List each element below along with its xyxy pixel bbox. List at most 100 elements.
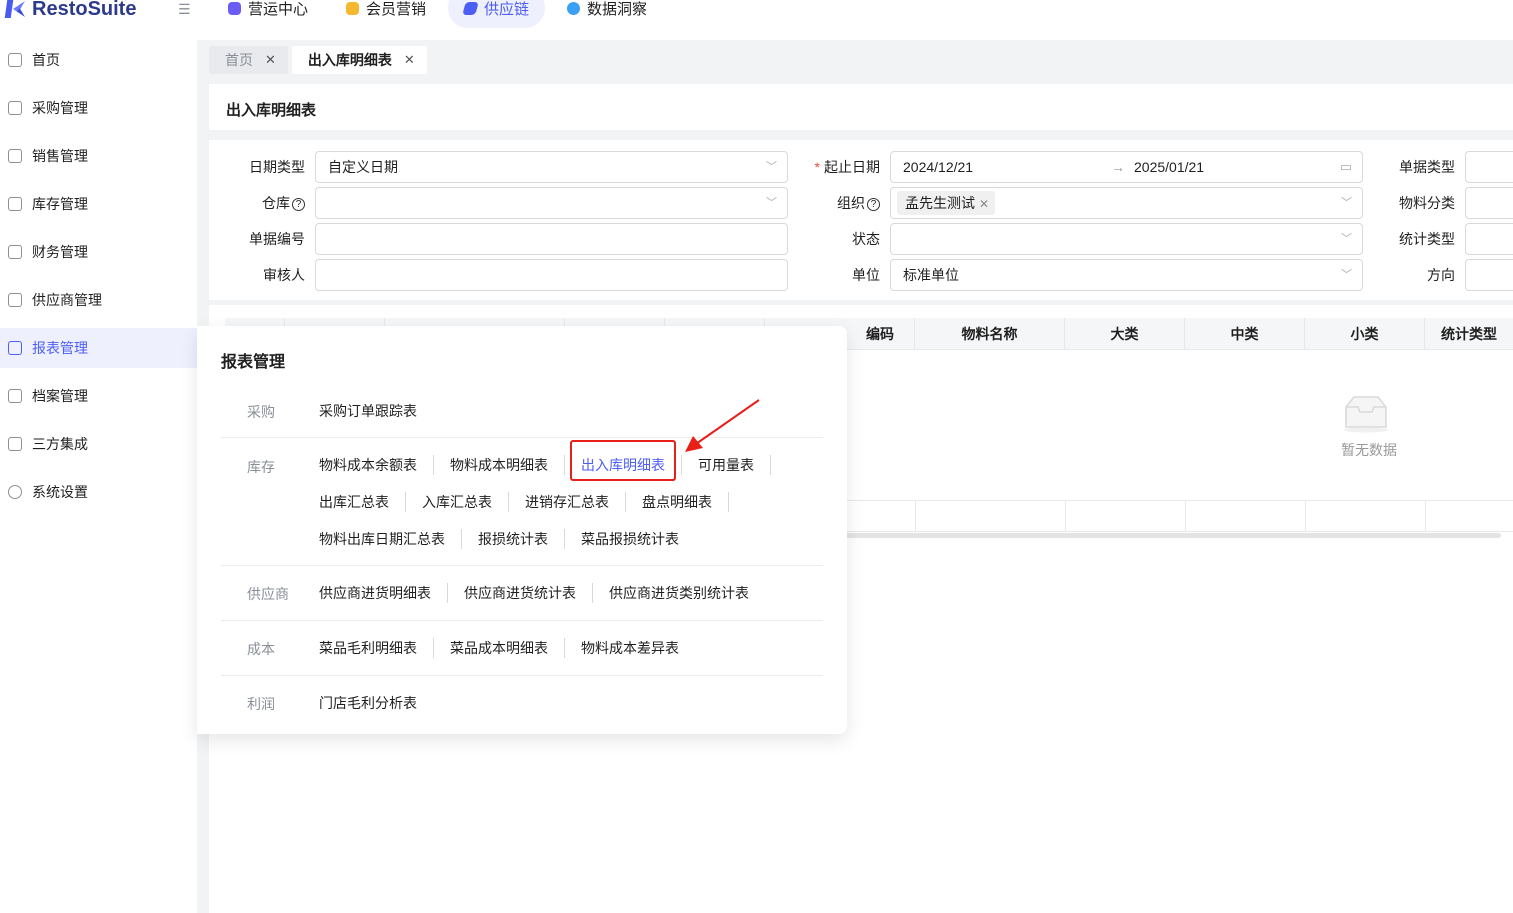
date-range-label: * 起止日期 [814,159,880,175]
stat-type-select[interactable] [1465,223,1513,255]
arrow-right-icon: → [1111,159,1125,175]
collapse-menu-icon[interactable]: ☰ [178,2,194,16]
help-icon[interactable]: ? [292,198,305,211]
column-header-material-name[interactable]: 物料名称 [915,318,1065,350]
column-header-stat-type[interactable]: 统计类型 [1425,318,1513,350]
date-type-select[interactable]: 自定义日期 ﹀ [315,151,788,183]
sidebar-item-label: 财务管理 [32,244,88,260]
report-link[interactable]: 物料出库日期汇总表 [319,529,461,549]
sidebar-item-home[interactable]: 首页 [0,40,197,80]
page-title: 出入库明细表 [226,102,317,119]
sidebar-item-label: 采购管理 [32,100,88,116]
sidebar-item-suppliers[interactable]: 供应商管理 [0,280,197,320]
sidebar-item-label: 三方集成 [32,436,88,452]
sidebar-item-sales[interactable]: 销售管理 [0,136,197,176]
report-link[interactable]: 进销存汇总表 [508,492,625,512]
sidebar-item-label: 供应商管理 [32,292,102,308]
column-header-minor-category[interactable]: 小类 [1305,318,1425,350]
report-link[interactable]: 供应商进货明细表 [319,583,447,603]
sidebar-item-label: 系统设置 [32,484,88,500]
close-icon[interactable]: ✕ [404,52,415,68]
doc-no-label: 单据编号 [249,231,305,247]
report-link[interactable]: 门店毛利分析表 [319,693,433,713]
chevron-down-icon: ﹀ [1341,233,1352,245]
calendar-icon: ▭ [1339,159,1352,174]
report-link[interactable]: 报损统计表 [461,529,564,549]
help-icon[interactable]: ? [867,198,880,211]
report-link[interactable]: 出库汇总表 [319,492,405,512]
sidebar-item-label: 首页 [32,52,60,68]
report-link[interactable]: 物料成本余额表 [319,455,433,475]
integration-icon [8,437,22,451]
building-icon [8,293,22,307]
topnav-label: 供应链 [484,0,530,18]
status-select[interactable]: ﹀ [890,223,1363,255]
report-category-label: 供应商 [247,586,289,602]
tab-home[interactable]: 首页 ✕ [209,46,288,74]
brand-logo[interactable]: RestoSuite [6,0,136,22]
topnav-data-insight[interactable]: 数据洞察 [551,0,663,28]
org-tag: 孟先生测试 ✕ [897,191,996,215]
date-start[interactable]: 2024/12/21 [903,159,973,175]
sidebar-item-label: 库存管理 [32,196,88,212]
operations-icon [228,1,241,15]
tab-inout-detail[interactable]: 出入库明细表 ✕ [291,46,427,74]
report-category-label: 利润 [247,696,275,712]
horizontal-scrollbar[interactable] [846,533,1501,538]
tag-close-icon[interactable]: ✕ [979,197,989,211]
report-link[interactable]: 菜品毛利明细表 [319,638,433,658]
sidebar-item-finance[interactable]: 财务管理 [0,232,197,272]
sidebar-item-integrations[interactable]: 三方集成 [0,424,197,464]
report-link[interactable]: 入库汇总表 [405,492,508,512]
logo-icon [6,0,26,18]
close-icon[interactable]: ✕ [265,52,276,68]
topnav-membership[interactable]: 会员营销 [330,0,442,28]
gear-icon [8,485,22,499]
org-select[interactable]: 孟先生测试 ✕ ﹀ [890,187,1363,219]
date-range-picker[interactable]: 2024/12/21 → 2025/01/21 ▭ [890,151,1363,183]
sidebar-item-inventory[interactable]: 库存管理 [0,184,197,224]
column-header-major-category[interactable]: 大类 [1065,318,1185,350]
report-link[interactable]: 采购订单跟踪表 [319,401,433,421]
date-type-value: 自定义日期 [328,159,398,175]
report-link[interactable]: 可用量表 [681,455,771,475]
brand-name: RestoSuite [32,0,137,20]
topnav-supply-chain[interactable]: 供应链 [448,0,546,28]
material-cat-select[interactable] [1465,187,1513,219]
report-link[interactable]: 物料成本明细表 [433,455,564,475]
report-link[interactable]: 供应商进货统计表 [447,583,592,603]
sidebar-item-label: 销售管理 [32,148,88,164]
auditor-input[interactable] [315,259,788,291]
report-link[interactable]: 盘点明细表 [625,492,729,512]
filter-panel: 日期类型 自定义日期 ﹀ 仓库? ﹀ 单据编号 审核人 * 起止日期 2024/12… [209,140,1513,300]
topnav-operations[interactable]: 营运中心 [212,0,324,28]
unit-select[interactable]: 标准单位 ﹀ [890,259,1363,291]
report-link[interactable]: 物料成本差异表 [564,638,695,658]
sidebar-item-settings[interactable]: 系统设置 [0,472,197,512]
warehouse-label: 仓库? [229,187,305,219]
report-category-label: 库存 [247,459,275,475]
list-icon [8,389,22,403]
column-header-mid-category[interactable]: 中类 [1185,318,1305,350]
report-group-inventory: 库存 物料成本余额表 物料成本明细表 出入库明细表 可用量表 出库汇总表 入库汇… [221,438,823,566]
report-icon [8,341,22,355]
doc-type-select[interactable] [1465,151,1513,183]
topnav-label: 数据洞察 [587,0,648,18]
date-end[interactable]: 2025/01/21 [1134,152,1204,182]
stat-type-label: 统计类型 [1399,231,1455,247]
sidebar-item-reports[interactable]: 报表管理 [0,328,197,368]
home-icon [8,53,22,67]
doc-no-input[interactable] [315,223,788,255]
report-link[interactable]: 供应商进货类别统计表 [592,583,765,603]
unit-value: 标准单位 [903,267,959,283]
report-link[interactable]: 菜品报损统计表 [564,529,695,549]
sidebar-item-purchasing[interactable]: 采购管理 [0,88,197,128]
sidebar-item-archives[interactable]: 档案管理 [0,376,197,416]
warehouse-select[interactable]: ﹀ [315,187,788,219]
chevron-down-icon: ﹀ [766,197,777,209]
unit-label: 单位 [852,267,880,283]
direction-select[interactable] [1465,259,1513,291]
report-link[interactable]: 菜品成本明细表 [433,638,564,658]
sidebar: 首页 采购管理 销售管理 库存管理 财务管理 供应商管理 报表管理 档案管理 三… [0,40,197,913]
tab-label: 首页 [225,52,253,68]
